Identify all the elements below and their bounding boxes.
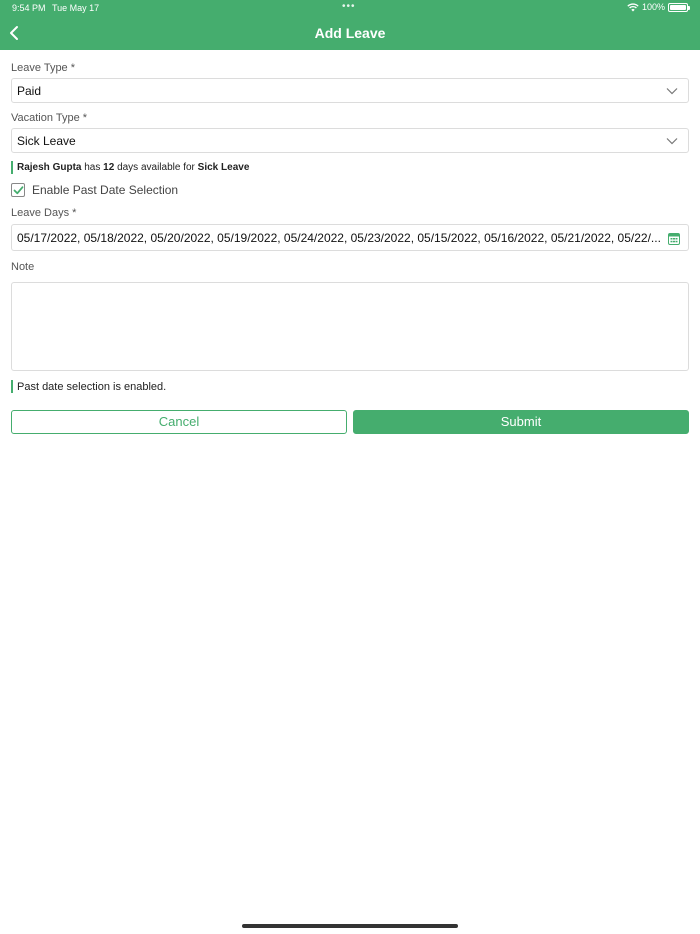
- past-date-checkbox[interactable]: [11, 183, 25, 197]
- leave-days-value: 05/17/2022, 05/18/2022, 05/20/2022, 05/1…: [17, 231, 661, 245]
- vacation-type-select[interactable]: Sick Leave: [11, 128, 689, 153]
- past-date-notice: Past date selection is enabled.: [11, 380, 166, 393]
- vacation-type-value: Sick Leave: [17, 134, 76, 148]
- wifi-icon: [627, 2, 639, 11]
- status-date: Tue May 17: [52, 3, 100, 13]
- page-title: Add Leave: [314, 25, 386, 41]
- availability-leave-type: Sick Leave: [197, 162, 250, 173]
- leave-days-field[interactable]: 05/17/2022, 05/18/2022, 05/20/2022, 05/1…: [11, 224, 689, 251]
- available-days-count: 12: [103, 162, 115, 173]
- past-date-checkbox-row[interactable]: Enable Past Date Selection: [11, 183, 178, 197]
- leave-type-value: Paid: [17, 84, 42, 98]
- checkmark-icon: [13, 186, 24, 195]
- calendar-icon[interactable]: [668, 232, 680, 245]
- vacation-type-label: Vacation Type *: [11, 112, 88, 124]
- multitasking-dots-icon[interactable]: •••: [342, 1, 356, 13]
- availability-text: days available for: [117, 162, 195, 173]
- chevron-down-icon: [666, 138, 678, 145]
- header-bar: 9:54 PM Tue May 17 ••• 100% Add Leave: [0, 0, 700, 50]
- note-label: Note: [11, 261, 35, 273]
- past-date-notice-text: Past date selection is enabled.: [17, 380, 167, 393]
- employee-name: Rajesh Gupta: [17, 162, 82, 173]
- status-time: 9:54 PM: [12, 3, 46, 13]
- leave-type-label: Leave Type *: [11, 62, 76, 74]
- submit-button[interactable]: Submit: [353, 410, 689, 434]
- battery-icon: [668, 2, 690, 12]
- status-indicators: 100%: [627, 2, 690, 12]
- availability-has: has: [84, 162, 101, 173]
- cancel-button[interactable]: Cancel: [11, 410, 347, 434]
- info-accent-bar: [11, 380, 13, 393]
- leave-type-select[interactable]: Paid: [11, 78, 689, 103]
- info-accent-bar: [11, 161, 13, 174]
- home-indicator[interactable]: [242, 924, 458, 928]
- chevron-down-icon: [666, 88, 678, 95]
- add-leave-screen: 9:54 PM Tue May 17 ••• 100% Add Leave Le…: [0, 0, 700, 934]
- past-date-checkbox-label: Enable Past Date Selection: [32, 183, 179, 197]
- note-textarea[interactable]: [11, 282, 689, 371]
- leave-days-label: Leave Days *: [11, 207, 77, 219]
- availability-info: Rajesh Gupta has 12 days available for S…: [11, 161, 249, 174]
- battery-percentage: 100%: [641, 2, 665, 12]
